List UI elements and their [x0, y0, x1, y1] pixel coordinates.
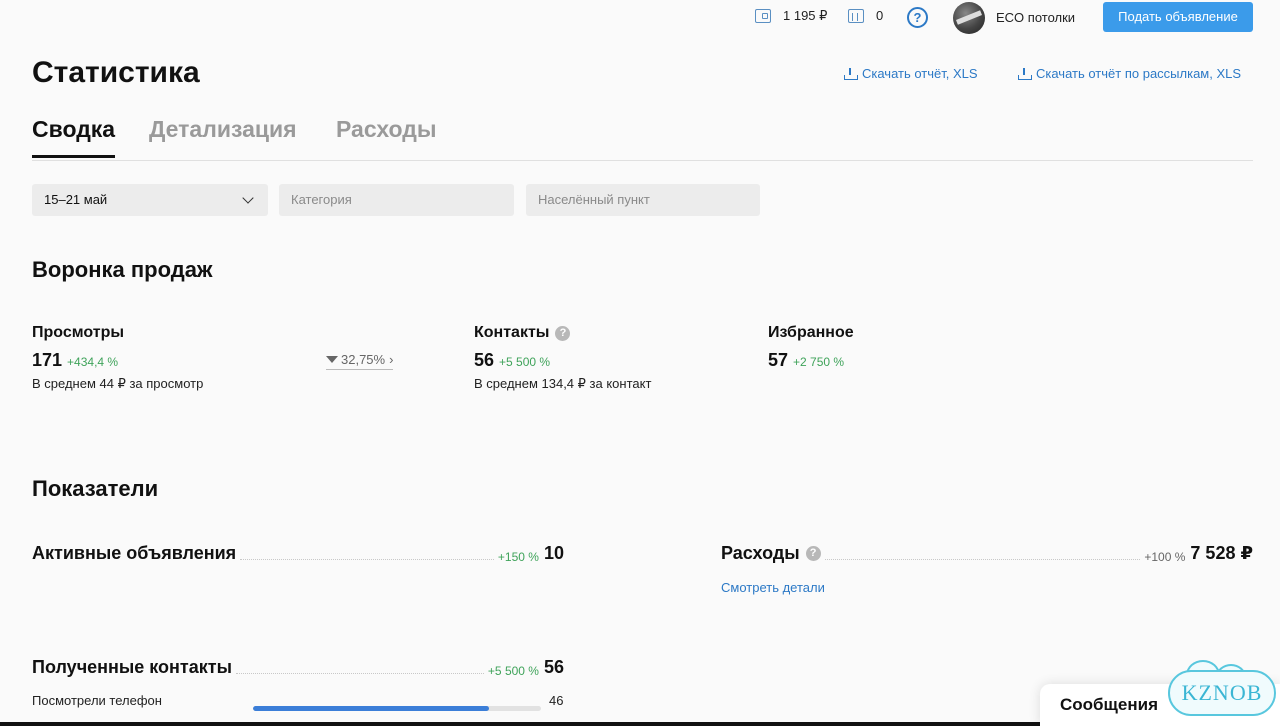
- phone-views-label: Посмотрели телефон: [32, 693, 162, 708]
- expenses-details-link[interactable]: Смотреть детали: [721, 580, 825, 595]
- question-icon[interactable]: ?: [805, 546, 821, 561]
- views-average: В среднем 44 ₽ за просмотр: [32, 376, 204, 391]
- watermark-logo: KZNOB: [1168, 660, 1278, 722]
- tab-details[interactable]: Детализация: [149, 116, 297, 155]
- download-mailing-report-label: Скачать отчёт по рассылкам, XLS: [1036, 66, 1242, 81]
- tab-expenses[interactable]: Расходы: [336, 116, 437, 155]
- indicators-title: Показатели: [32, 476, 159, 501]
- funnel-icon: [326, 356, 338, 363]
- download-icon: [1018, 67, 1032, 80]
- contacts-metric: Контакты ? 56 +5 500 % В среднем 134,4 ₽…: [474, 324, 651, 392]
- views-metric: Просмотры 171 +434,4 % В среднем 44 ₽ за…: [32, 324, 203, 392]
- active-ads-value: 10: [543, 543, 564, 563]
- location-select[interactable]: Населённый пункт: [526, 184, 760, 216]
- contacts-average: В среднем 134,4 ₽ за контакт: [474, 376, 652, 391]
- received-contacts-label: Полученные контакты: [32, 657, 232, 677]
- promo-icon: [848, 8, 864, 23]
- balance-indicator[interactable]: 1 195 ₽: [755, 8, 827, 24]
- wallet-icon: [755, 9, 771, 23]
- category-select[interactable]: Категория: [279, 184, 514, 216]
- chevron-right-icon: ›: [389, 352, 394, 367]
- dotted-leader: [235, 673, 484, 674]
- received-contacts-row: Полученные контакты +5 500 % 56: [32, 657, 564, 678]
- chevron-down-icon: [242, 192, 254, 204]
- dotted-leader: [240, 559, 494, 560]
- download-mailing-report-link[interactable]: Скачать отчёт по рассылкам, XLS: [1018, 66, 1241, 81]
- promo-count: 0: [876, 8, 884, 23]
- messages-label: Сообщения: [1060, 695, 1158, 714]
- contacts-label: Контакты: [474, 324, 550, 341]
- phone-views-progress-fill: [253, 706, 490, 711]
- views-value: 171: [32, 350, 63, 370]
- tab-summary[interactable]: Сводка: [32, 116, 116, 158]
- watermark-text: KZNOB: [1181, 680, 1263, 705]
- period-select[interactable]: 15–21 май: [32, 184, 268, 216]
- conversion-link[interactable]: 32,75% ›: [326, 352, 394, 370]
- views-label: Просмотры: [32, 324, 125, 341]
- dotted-leader: [824, 559, 1141, 560]
- favorites-value: 57: [768, 350, 789, 370]
- phone-views-value: 46: [549, 693, 564, 708]
- expenses-row: Расходы ? +100 % 7 528 ₽: [721, 543, 1253, 564]
- tab-bar: Сводка Детализация Расходы: [32, 116, 1253, 161]
- post-ad-button[interactable]: Подать объявление: [1103, 2, 1253, 32]
- profile-name[interactable]: ECO потолки: [996, 10, 1075, 25]
- views-delta: +434,4 %: [67, 355, 119, 369]
- phone-views-progress: [253, 706, 541, 711]
- period-value: 15–21 май: [44, 192, 108, 207]
- expenses-value: 7 528 ₽: [1190, 543, 1253, 563]
- expenses-delta: +100 %: [1144, 550, 1186, 564]
- conversion-value: 32,75%: [341, 352, 386, 367]
- question-icon[interactable]: ?: [555, 325, 571, 341]
- favorites-metric: Избранное 57 +2 750 %: [768, 324, 854, 371]
- contacts-delta: +5 500 %: [499, 355, 551, 369]
- balance-value: 1 195 ₽: [783, 8, 828, 23]
- contacts-value: 56: [474, 350, 495, 370]
- top-bar: 1 195 ₽ 0 ? ECO потолки Подать объявлени…: [0, 0, 1280, 36]
- favorites-label: Избранное: [768, 324, 854, 341]
- funnel-title: Воронка продаж: [32, 257, 213, 282]
- help-icon[interactable]: ?: [907, 7, 928, 28]
- active-ads-delta: +150 %: [497, 550, 539, 564]
- active-ads-row: Активные объявления +150 % 10: [32, 543, 564, 564]
- download-report-label: Скачать отчёт, XLS: [862, 66, 978, 81]
- received-contacts-delta: +5 500 %: [487, 664, 539, 678]
- page-title: Статистика: [32, 56, 200, 89]
- received-contacts-value: 56: [543, 657, 564, 677]
- favorites-delta: +2 750 %: [793, 355, 845, 369]
- promo-indicator[interactable]: 0: [848, 8, 883, 23]
- avatar[interactable]: [953, 2, 985, 34]
- expenses-label: Расходы: [721, 543, 800, 563]
- active-ads-label: Активные объявления: [32, 543, 237, 563]
- download-report-link[interactable]: Скачать отчёт, XLS: [844, 66, 978, 81]
- download-icon: [844, 67, 858, 80]
